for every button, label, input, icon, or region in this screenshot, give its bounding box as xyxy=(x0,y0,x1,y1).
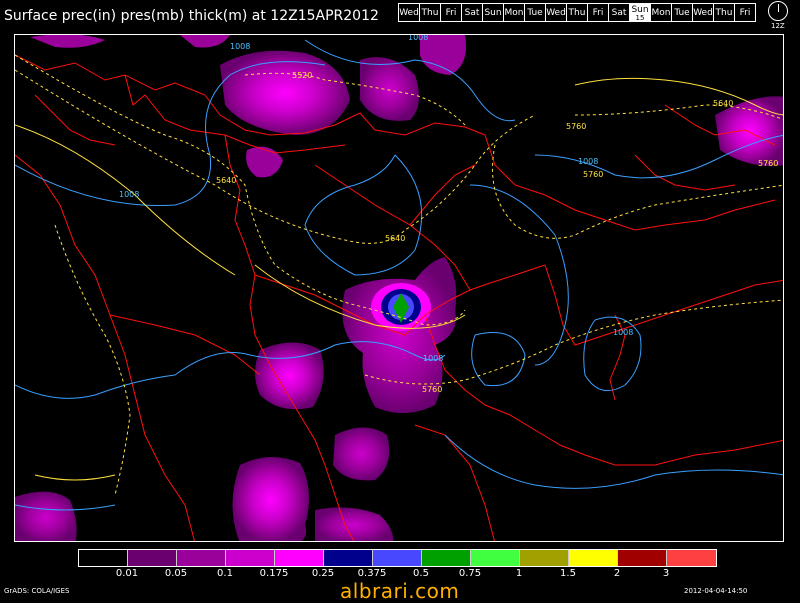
map-title: Surface prec(in) pres(mb) thick(m) at 12… xyxy=(4,8,379,24)
legend-tick-label: 0.175 xyxy=(259,568,289,579)
contour-labels: 1008 1008 1008 1008 1008 1008 5520 5640 … xyxy=(119,35,778,394)
day-label: Thu xyxy=(568,8,586,18)
clock-icon xyxy=(768,1,788,21)
day-label: Sat xyxy=(464,8,480,18)
run-timestamp: 2012-04-04-14:50 xyxy=(684,587,748,595)
day-cell: Thu xyxy=(419,3,441,22)
legend-swatch xyxy=(667,550,716,566)
isobar-label: 1008 xyxy=(613,328,633,337)
thickness-lines xyxy=(15,54,783,496)
day-cell: Sun xyxy=(482,3,504,22)
legend-swatch xyxy=(79,550,128,566)
thickness-label: 5640 xyxy=(216,176,236,185)
day-cell: Fri xyxy=(734,3,756,22)
isobar-label: 1008 xyxy=(230,42,250,51)
thickness-label: 5520 xyxy=(292,71,312,80)
legend-tick-label: 0.25 xyxy=(311,568,335,579)
legend-tick-label: 0.01 xyxy=(115,568,139,579)
thickness-label: 5640 xyxy=(385,234,405,243)
isobar-label: 1008 xyxy=(119,190,139,199)
legend-tick-label: 0.75 xyxy=(458,568,482,579)
day-cell: Mon xyxy=(650,3,672,22)
legend-tick-label: 0.1 xyxy=(217,568,233,579)
legend-tick-label: 2 xyxy=(613,568,621,579)
day-cell: Sat xyxy=(461,3,483,22)
legend-swatch xyxy=(275,550,324,566)
day-label: Sat xyxy=(611,8,627,18)
day-label: Thu xyxy=(715,8,733,18)
thickness-label: 5760 xyxy=(758,159,778,168)
day-cell: Wed xyxy=(398,3,420,22)
legend-swatch xyxy=(471,550,520,566)
day-label: Tue xyxy=(527,8,543,18)
day-cell: Mon xyxy=(503,3,525,22)
legend-swatch xyxy=(324,550,373,566)
day-number: 15 xyxy=(635,14,645,22)
day-cell: Sat xyxy=(608,3,630,22)
day-label: Tue xyxy=(674,8,690,18)
thickness-label: 5640 xyxy=(713,99,733,108)
day-label: Fri xyxy=(739,8,751,18)
day-label: Mon xyxy=(504,8,524,18)
legend-tick-label: 1 xyxy=(515,568,523,579)
day-label: Wed xyxy=(399,8,419,18)
day-label: Sun xyxy=(484,8,502,18)
day-cell: Tue xyxy=(671,3,693,22)
day-cell: Fri xyxy=(440,3,462,22)
precipitation-legend xyxy=(78,549,717,567)
legend-swatch xyxy=(177,550,226,566)
legend-tick-label: 0.05 xyxy=(164,568,188,579)
legend-swatch xyxy=(618,550,667,566)
day-label: Fri xyxy=(592,8,604,18)
legend-swatch xyxy=(128,550,177,566)
thickness-label: 5760 xyxy=(422,385,442,394)
day-label: Fri xyxy=(445,8,457,18)
clock-label: 12Z xyxy=(771,22,785,30)
day-cell: Sun 15 xyxy=(629,3,651,22)
thickness-label: 5760 xyxy=(566,122,586,131)
day-label: Mon xyxy=(651,8,671,18)
day-cell: Fri xyxy=(587,3,609,22)
legend-tick-label: 1.5 xyxy=(560,568,576,579)
legend-swatch xyxy=(226,550,275,566)
legend-tick-label: 0.375 xyxy=(357,568,387,579)
day-label: Wed xyxy=(546,8,566,18)
day-cell: Wed xyxy=(545,3,567,22)
day-cell: Thu xyxy=(713,3,735,22)
precipitation-areas xyxy=(15,35,783,541)
legend-tick-label: 0.5 xyxy=(413,568,429,579)
day-cell: Tue xyxy=(524,3,546,22)
day-selector: Wed Thu Fri Sat Sun Mon Tue Wed Thu Fri Sat Sun 15 Mo… xyxy=(398,3,756,22)
thickness-label: 5760 xyxy=(583,170,603,179)
watermark: albrari.com xyxy=(340,579,460,603)
legend-swatch xyxy=(569,550,618,566)
legend-swatch xyxy=(422,550,471,566)
legend-swatch xyxy=(373,550,422,566)
legend-tick-label: 3 xyxy=(662,568,670,579)
day-cell: Wed xyxy=(692,3,714,22)
day-cell: Thu xyxy=(566,3,588,22)
isobar-label: 1008 xyxy=(578,157,598,166)
software-credit: GrADS: COLA/IGES xyxy=(4,587,70,595)
map-canvas: 1008 1008 1008 1008 1008 1008 5520 5640 … xyxy=(15,35,783,541)
day-label: Wed xyxy=(693,8,713,18)
isobar-label: 1008 xyxy=(408,35,428,42)
weather-map: 1008 1008 1008 1008 1008 1008 5520 5640 … xyxy=(14,34,784,542)
isobar-label: 1008 xyxy=(423,354,443,363)
day-label: Thu xyxy=(421,8,439,18)
legend-swatch xyxy=(520,550,569,566)
